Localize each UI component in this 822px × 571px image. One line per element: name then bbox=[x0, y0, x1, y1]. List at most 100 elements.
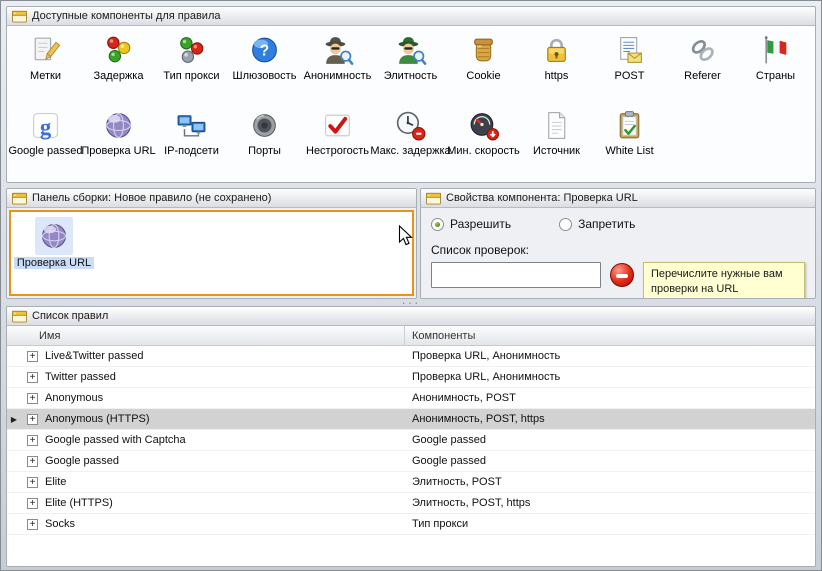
allow-radio[interactable]: Разрешить bbox=[431, 217, 511, 231]
rules-panel-title: Список правил bbox=[32, 310, 108, 322]
remove-button[interactable] bbox=[610, 263, 634, 287]
rule-name: Socks bbox=[45, 518, 75, 530]
rules-table: Имя Компоненты + Live&Twitter passed Прове… bbox=[7, 326, 815, 566]
component-item[interactable]: Проверка URL bbox=[82, 104, 155, 179]
expand-icon[interactable]: + bbox=[27, 414, 38, 425]
component-item[interactable]: ?Шлюзовость bbox=[228, 29, 301, 104]
components-column-header[interactable]: Компоненты bbox=[405, 326, 815, 345]
rule-row[interactable]: +Google passed with CaptchaGoogle passed bbox=[7, 430, 815, 451]
assembly-component-url-check[interactable]: Проверка URL bbox=[18, 217, 90, 269]
proxy-rule-builder-window: Доступные компоненты для правила Метки За… bbox=[0, 0, 822, 571]
check-list-input[interactable] bbox=[431, 262, 601, 288]
panel-icon bbox=[12, 310, 27, 323]
rules-rows: + Live&Twitter passed Проверка URL, Аноним… bbox=[7, 346, 815, 566]
gutter-column-header bbox=[7, 326, 21, 345]
expand-icon[interactable]: + bbox=[27, 351, 38, 362]
deny-radio[interactable]: Запретить bbox=[559, 217, 635, 231]
component-label: Макс. задержка bbox=[370, 145, 450, 157]
rule-name: Elite bbox=[45, 476, 66, 488]
component-label: Нестрогость bbox=[306, 145, 369, 157]
whitelist-clipboard-icon bbox=[613, 109, 646, 142]
components-grid: Метки Задержка Тип прокси ?ШлюзовостьАноним… bbox=[7, 26, 815, 182]
component-item[interactable]: Источник bbox=[520, 104, 593, 179]
panel-icon bbox=[12, 10, 27, 23]
component-item[interactable]: Referer bbox=[666, 29, 739, 104]
rule-name: Google passed with Captcha bbox=[45, 434, 186, 446]
component-label: IP-подсети bbox=[164, 145, 219, 157]
rule-row[interactable]: + Live&Twitter passed Проверка URL, Аноним… bbox=[7, 346, 815, 367]
rule-components: Анонимность, POST, https bbox=[405, 413, 815, 425]
component-item[interactable]: Метки bbox=[9, 29, 82, 104]
url-globe-icon bbox=[35, 217, 73, 255]
max-delay-clock-icon bbox=[394, 109, 427, 142]
assembly-panel-title: Панель сборки: Новое правило (не сохране… bbox=[32, 192, 271, 204]
rule-row[interactable]: +Google passedGoogle passed bbox=[7, 451, 815, 472]
expand-icon[interactable]: + bbox=[27, 372, 38, 383]
component-item[interactable]: Задержка bbox=[82, 29, 155, 104]
component-item[interactable]: IP-подсети bbox=[155, 104, 228, 179]
expand-icon[interactable]: + bbox=[27, 519, 38, 530]
component-label: POST bbox=[615, 70, 645, 82]
component-item[interactable]: Анонимность bbox=[301, 29, 374, 104]
rule-row[interactable]: +EliteЭлитность, POST bbox=[7, 472, 815, 493]
component-item[interactable]: POST bbox=[593, 29, 666, 104]
component-label: Порты bbox=[248, 145, 281, 157]
rule-row[interactable]: ▶ + Anonymous (HTTPS) Анонимность, POST, ht… bbox=[7, 409, 815, 430]
allow-radio-label: Разрешить bbox=[450, 217, 511, 231]
rule-components: Google passed bbox=[405, 455, 815, 467]
rules-panel-header: Список правил bbox=[7, 307, 815, 326]
rule-name: Live&Twitter passed bbox=[45, 350, 143, 362]
component-label: Google passed bbox=[9, 145, 83, 157]
rule-row[interactable]: +Elite (HTTPS)Элитность, POST, https bbox=[7, 493, 815, 514]
component-label: Источник bbox=[533, 145, 580, 157]
component-item[interactable]: Нестрогость bbox=[301, 104, 374, 179]
rule-components: Проверка URL, Анонимность bbox=[405, 350, 815, 362]
component-item[interactable]: gGoogle passed bbox=[9, 104, 82, 179]
expand-icon[interactable]: + bbox=[27, 477, 38, 488]
component-item[interactable]: White List bbox=[593, 104, 666, 179]
rule-components: Элитность, POST, https bbox=[405, 497, 815, 509]
rule-name-cell: +Anonymous bbox=[21, 392, 405, 404]
proxy-type-icon bbox=[175, 34, 208, 67]
rule-name-cell: + Twitter passed bbox=[21, 371, 405, 383]
component-item[interactable]: Элитность bbox=[374, 29, 447, 104]
row-marker: ▶ bbox=[7, 415, 21, 424]
allow-radio-dot bbox=[431, 218, 444, 231]
post-document-icon bbox=[613, 34, 646, 67]
rule-name: Anonymous (HTTPS) bbox=[45, 413, 150, 425]
assembly-canvas[interactable]: Проверка URL bbox=[9, 210, 414, 296]
rule-name-cell: + Elite bbox=[21, 476, 405, 488]
rule-row[interactable]: +SocksТип прокси bbox=[7, 514, 815, 535]
expand-icon[interactable]: + bbox=[27, 393, 38, 404]
flag-icon bbox=[759, 34, 792, 67]
components-panel-header: Доступные компоненты для правила bbox=[7, 7, 815, 26]
expand-icon[interactable]: + bbox=[27, 435, 38, 446]
component-item[interactable]: https bbox=[520, 29, 593, 104]
component-label: https bbox=[545, 70, 569, 82]
rule-row[interactable]: +Twitter passedПроверка URL, Анонимность bbox=[7, 367, 815, 388]
rule-components: Анонимность, POST bbox=[405, 392, 815, 404]
component-label: Шлюзовость bbox=[233, 70, 297, 82]
component-label: Тип прокси bbox=[163, 70, 219, 82]
rule-name: Twitter passed bbox=[45, 371, 116, 383]
component-item[interactable]: Порты bbox=[228, 104, 301, 179]
traffic-light-icon bbox=[102, 34, 135, 67]
component-label: Проверка URL bbox=[81, 145, 155, 157]
component-item[interactable]: Мин. скорость bbox=[447, 104, 520, 179]
component-item[interactable]: Страны bbox=[739, 29, 812, 104]
component-item[interactable]: Тип прокси bbox=[155, 29, 228, 104]
component-item[interactable]: Cookie bbox=[447, 29, 520, 104]
name-column-header[interactable]: Имя bbox=[21, 326, 405, 345]
rule-row[interactable]: +AnonymousАнонимность, POST bbox=[7, 388, 815, 409]
rule-name-cell: + Google passed with Captcha bbox=[21, 434, 405, 446]
expand-icon[interactable]: + bbox=[27, 498, 38, 509]
rule-name-cell: +Google passed bbox=[21, 455, 405, 467]
mode-radio-group: Разрешить Запретить bbox=[431, 217, 805, 231]
elite-spy-icon bbox=[394, 34, 427, 67]
horizontal-splitter[interactable]: ··· bbox=[6, 299, 816, 306]
min-speed-gauge-icon bbox=[467, 109, 500, 142]
check-list-row: Перечислите нужные вам проверки на URL bbox=[431, 262, 805, 299]
component-label: Метки bbox=[30, 70, 61, 82]
component-item[interactable]: Макс. задержка bbox=[374, 104, 447, 179]
expand-icon[interactable]: + bbox=[27, 456, 38, 467]
